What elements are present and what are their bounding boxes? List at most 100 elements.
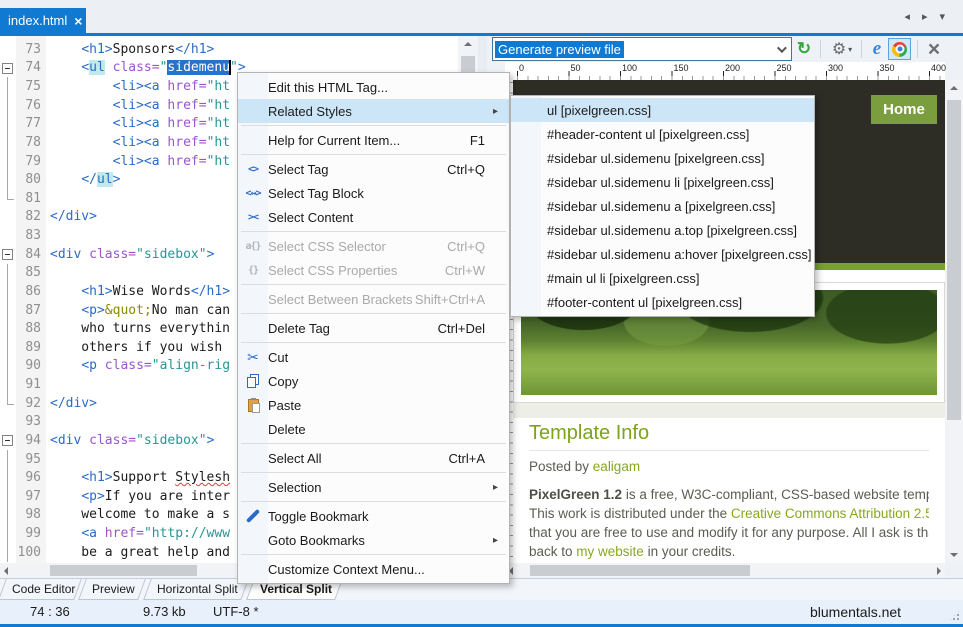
scroll-up-icon[interactable] [464,42,472,46]
context-menu-item[interactable]: ✂Cut [238,345,509,369]
context-menu-item[interactable]: Delete TagCtrl+Del [238,316,509,340]
open-in-ie-button[interactable]: e [867,39,887,59]
copy-shape [247,374,259,388]
page-nav-home[interactable]: Home [871,95,937,124]
context-menu-item: {}Select CSS PropertiesCtrl+W [238,258,509,282]
context-menu-item[interactable]: Edit this HTML Tag... [238,75,509,99]
menu-item-label: Edit this HTML Tag... [268,80,485,95]
close-preview-button[interactable]: × [923,39,945,59]
fold-toggle-icon[interactable] [0,59,16,78]
refresh-preview-button[interactable]: ↻ [793,39,815,59]
submenu-item[interactable]: #sidebar ul.sidemenu a [pixelgreen.css] [511,194,814,218]
menu-item-shortcut: Ctrl+Q [447,239,493,254]
code-token: class= [89,433,136,448]
text-link[interactable]: my website [576,544,644,559]
code-token [50,79,113,94]
toolbar-separator [861,40,862,58]
submenu-arrow-icon: ▸ [493,535,509,546]
ruler-label: 250 [777,63,792,73]
code-line[interactable]: 73 <h1>Sponsors</h1> [0,40,458,59]
submenu-item[interactable]: #footer-content ul [pixelgreen.css] [511,290,814,314]
related-styles-submenu: ul [pixelgreen.css]#header-content ul [p… [510,95,815,317]
context-menu-item[interactable]: Delete [238,417,509,441]
preview-file-combobox[interactable]: Generate preview file [492,37,792,61]
tab-index-html[interactable]: index.html × [0,8,86,33]
context-menu-item[interactable]: Toggle Bookmark [238,504,509,528]
bookmark-shape [246,509,260,523]
scroll-up-icon[interactable] [950,86,958,90]
code-text: </ul> [46,172,120,187]
submenu-item[interactable]: #header-content ul [pixelgreen.css] [511,122,814,146]
chevron-down-icon[interactable] [777,43,787,53]
fold-margin-mark [0,487,16,506]
select-content-glyph: >< [248,212,258,223]
context-menu-item[interactable]: Help for Current Item...F1 [238,128,509,152]
code-token: </div> [50,209,97,224]
code-token: < [81,60,89,75]
context-menu-item[interactable]: Goto Bookmarks▸ [238,528,509,552]
fold-toggle-icon[interactable] [0,431,16,450]
preview-vertical-scrollbar[interactable] [945,80,963,563]
code-text: <h1>Wise Words</h1> [46,284,230,299]
tab-scroll-left-icon[interactable]: ◂ [904,10,910,23]
code-token: "sidebox" [136,247,206,262]
submenu-item[interactable]: ul [pixelgreen.css] [511,98,814,122]
menu-separator [241,313,506,314]
cut-glyph: ✂ [247,349,259,366]
submenu-item[interactable]: #sidebar ul.sidemenu li [pixelgreen.css] [511,170,814,194]
tab-scroll-right-icon[interactable]: ▸ [922,10,928,23]
code-token: No man can [152,303,230,318]
scroll-left-icon[interactable] [4,567,8,575]
text-line: PixelGreen 1.2 is a free, W3C-compliant,… [529,485,929,504]
brand-link[interactable]: blumentals.net [810,604,901,620]
submenu-item[interactable]: #sidebar ul.sidemenu a.top [pixelgreen.c… [511,218,814,242]
code-token: <p> [81,489,104,504]
line-number: 100 [16,545,46,560]
scrollbar-thumb[interactable] [530,565,750,576]
tab-close-icon[interactable]: × [74,14,82,28]
code-token: </h1> [191,284,230,299]
context-menu-item[interactable]: ><Select Content [238,205,509,229]
toolbar-separator [820,40,821,58]
css-selector-icon: a{} [238,241,268,252]
code-token: <p> [81,303,104,318]
open-in-chrome-button[interactable] [888,38,911,60]
code-text: <li><a href="ht [46,98,230,113]
line-number: 78 [16,135,46,150]
code-token [105,60,113,75]
scrollbar-thumb[interactable] [947,100,961,420]
code-text: <h1>Support Stylesh [46,470,230,485]
code-token: "sidebox" [136,433,206,448]
tab-scroll-controls: ◂ ▸ ▾ [904,10,945,23]
context-menu-item[interactable]: <↔>Select Tag Block [238,181,509,205]
code-text: who turns everythin [46,321,230,336]
code-token: ul [97,172,113,187]
scroll-right-icon[interactable] [937,567,941,575]
context-menu-item[interactable]: <>Select TagCtrl+Q [238,157,509,181]
submenu-item[interactable]: #main ul li [pixelgreen.css] [511,266,814,290]
context-menu-item[interactable]: Related Styles▸ [238,99,509,123]
scrollbar-thumb[interactable] [50,565,197,576]
context-menu-item[interactable]: Copy [238,369,509,393]
scroll-down-icon[interactable] [950,553,958,557]
code-token [50,42,81,57]
resize-grip-icon[interactable] [948,609,961,622]
submenu-item[interactable]: #sidebar ul.sidemenu a:hover [pixelgreen… [511,242,814,266]
fold-margin-mark [0,375,16,394]
text-link[interactable]: ealigam [593,459,640,474]
code-token: > [207,433,215,448]
fold-toggle-icon[interactable] [0,245,16,264]
line-number: 97 [16,489,46,504]
context-menu-item[interactable]: Paste [238,393,509,417]
context-menu-item[interactable]: Selection▸ [238,475,509,499]
submenu-item[interactable]: #sidebar ul.sidemenu [pixelgreen.css] [511,146,814,170]
context-menu-item[interactable]: Customize Context Menu... [238,557,509,581]
preview-settings-button[interactable]: ⚙▾ [827,39,857,59]
context-menu-item[interactable]: Select AllCtrl+A [238,446,509,470]
text-link[interactable]: Creative Commons Attribution 2.5 License… [731,506,929,521]
fold-margin-mark [0,96,16,115]
menu-item-label: Copy [268,374,485,389]
code-text: <ul class="sidemenu"> [46,60,246,75]
preview-horizontal-scrollbar[interactable] [505,563,945,578]
tab-list-icon[interactable]: ▾ [939,10,945,23]
